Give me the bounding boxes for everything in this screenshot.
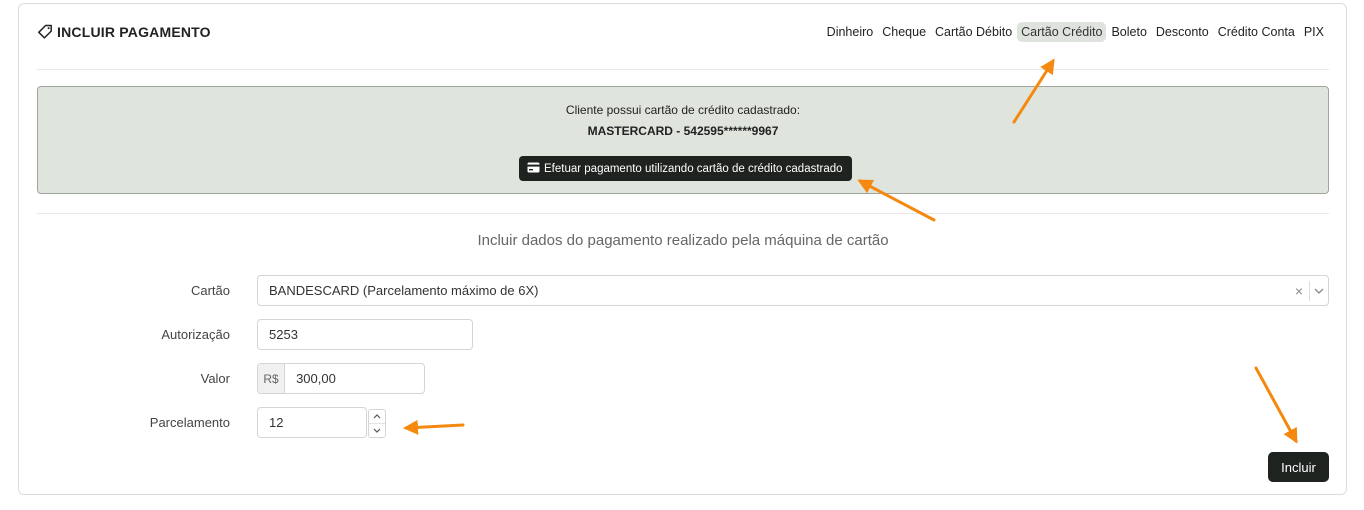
incluir-button[interactable]: Incluir [1268,452,1329,482]
tag-icon [37,24,53,40]
parcelamento-input[interactable] [258,415,366,430]
form-subtitle: Incluir dados do pagamento realizado pel… [477,232,889,249]
autorizacao-field[interactable] [257,319,473,350]
tab-desconto[interactable]: Desconto [1152,22,1213,42]
parcelamento-label: Parcelamento [149,415,230,430]
pay-with-saved-card-button[interactable]: Efetuar pagamento utilizando cartão de c… [519,156,852,181]
pay-with-saved-card-label: Efetuar pagamento utilizando cartão de c… [544,162,843,175]
tab-cheque[interactable]: Cheque [878,22,930,42]
clear-icon[interactable]: × [1289,283,1309,299]
tab-cartao-debito[interactable]: Cartão Débito [931,22,1016,42]
cartao-label: Cartão [190,283,230,298]
chevron-down-icon[interactable] [369,423,385,437]
section-divider [37,213,1329,214]
chevron-up-icon[interactable] [369,410,385,423]
tab-dinheiro[interactable]: Dinheiro [823,22,878,42]
saved-card-number: MASTERCARD - 542595******9967 [587,124,779,138]
tab-credito-conta[interactable]: Crédito Conta [1214,22,1299,42]
valor-input[interactable] [285,371,424,386]
parcelamento-stepper[interactable] [368,409,386,438]
saved-card-panel: Cliente possui cartão de crédito cadastr… [37,86,1329,194]
header-divider [37,69,1329,70]
credit-card-icon [527,162,540,176]
autorizacao-label: Autorização [161,327,230,342]
cartao-select[interactable]: BANDESCARD (Parcelamento máximo de 6X) × [257,275,1329,306]
tab-cartao-credito[interactable]: Cartão Crédito [1017,21,1107,42]
chevron-down-icon[interactable] [1310,288,1328,294]
tab-boleto[interactable]: Boleto [1107,22,1150,42]
cartao-select-value: BANDESCARD (Parcelamento máximo de 6X) [269,283,539,298]
saved-card-message: Cliente possui cartão de crédito cadastr… [565,103,801,117]
payment-type-tabs: Dinheiro Cheque Cartão Débito Cartão Cré… [823,20,1328,43]
parcelamento-field[interactable] [257,407,367,438]
page-title-text: INCLUIR PAGAMENTO [57,24,211,40]
valor-label: Valor [200,371,230,386]
page-title: INCLUIR PAGAMENTO [37,22,211,42]
valor-field[interactable]: R$ [257,363,425,394]
autorizacao-input[interactable] [258,327,472,342]
currency-addon: R$ [258,364,286,393]
tab-pix[interactable]: PIX [1300,22,1328,42]
